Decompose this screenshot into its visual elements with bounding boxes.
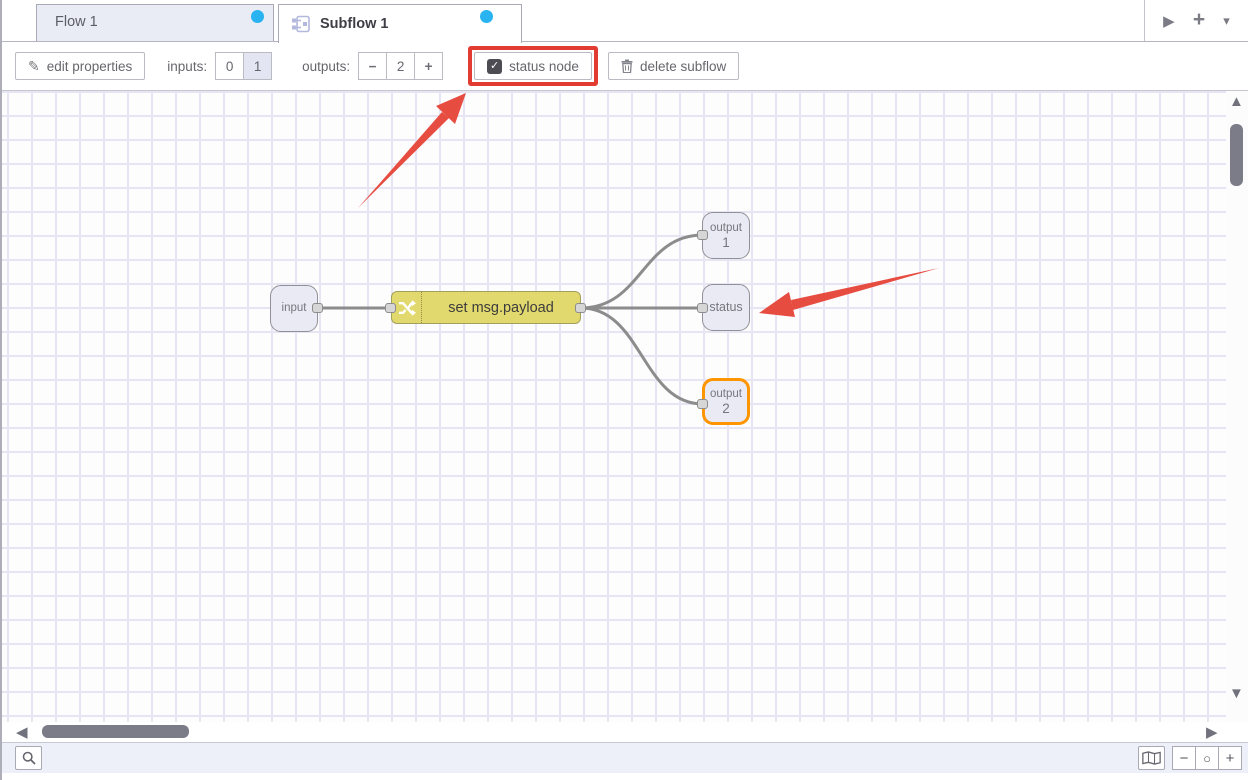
port-change-out[interactable] (575, 303, 586, 313)
wire-change-to-output1 (581, 235, 703, 308)
zoom-controls: − ○ + (1172, 746, 1242, 770)
change-node-label: set msg.payload (422, 300, 580, 316)
subflow-toolbar: ✎ edit properties inputs: 0 1 outputs: −… (2, 42, 1248, 90)
delete-subflow-button[interactable]: delete subflow (608, 52, 739, 80)
unsaved-changes-dot (480, 10, 493, 23)
horizontal-scrollbar[interactable]: ◀ ▶ (2, 722, 1248, 742)
scroll-tabs-icon[interactable]: ▶ (1163, 12, 1175, 30)
zoom-in-button[interactable]: + (1218, 746, 1242, 770)
annotation-arrow-to-status-checkbox (358, 93, 466, 208)
node-set-msg-payload[interactable]: set msg.payload (391, 291, 581, 324)
add-flow-icon[interactable]: + (1193, 8, 1205, 32)
tab-list-menu-icon[interactable]: ▾ (1223, 13, 1230, 29)
wires-layer (2, 91, 1248, 722)
flow-tab-bar: Flow 1 Subflow 1 ▶ + ▾ (2, 0, 1248, 42)
outputs-increment-button[interactable]: + (414, 52, 443, 80)
port-output1-in[interactable] (697, 230, 708, 240)
port-output2-in[interactable] (697, 399, 708, 409)
outputs-label: outputs: (302, 59, 350, 74)
outputs-value: 2 (386, 52, 415, 80)
zoom-reset-button[interactable]: ○ (1195, 746, 1219, 770)
subflow-icon (291, 14, 311, 34)
edit-properties-button[interactable]: ✎ edit properties (15, 52, 145, 80)
workspace-footer: − ○ + (2, 742, 1248, 773)
tab-flow-1[interactable]: Flow 1 (36, 4, 274, 41)
node-red-subflow-editor: Flow 1 Subflow 1 ▶ + ▾ (0, 0, 1248, 780)
search-icon (22, 751, 36, 765)
minimap-button[interactable] (1138, 746, 1165, 770)
node-output-2[interactable]: output 2 (702, 378, 750, 425)
horizontal-scrollbar-thumb[interactable] (42, 725, 189, 738)
shuffle-icon (398, 300, 416, 316)
tab-label: Flow 1 (55, 14, 98, 30)
inputs-option-1[interactable]: 1 (243, 52, 272, 80)
port-status-in[interactable] (697, 303, 708, 313)
tab-subflow-1[interactable]: Subflow 1 (278, 4, 522, 43)
node-status[interactable]: status (702, 284, 750, 331)
annotation-box-status-node: ✓ status node (468, 46, 598, 86)
search-button[interactable] (15, 746, 42, 770)
node-output-1[interactable]: output 1 (702, 212, 750, 259)
inputs-toggle: 0 1 (215, 52, 272, 80)
outputs-stepper: − 2 + (358, 52, 443, 80)
zoom-out-button[interactable]: − (1172, 746, 1196, 770)
tab-label: Subflow 1 (320, 16, 388, 32)
node-input[interactable]: input (270, 285, 318, 332)
change-node-icon-area (392, 292, 422, 323)
unsaved-changes-dot (251, 10, 264, 23)
outputs-decrement-button[interactable]: − (358, 52, 387, 80)
bottom-strip (2, 773, 1248, 780)
wire-change-to-output2 (581, 308, 703, 404)
pencil-icon: ✎ (28, 58, 40, 75)
port-change-in[interactable] (385, 303, 396, 313)
map-icon (1142, 751, 1161, 765)
scroll-right-icon[interactable]: ▶ (1206, 723, 1218, 741)
scroll-left-icon[interactable]: ◀ (16, 723, 28, 741)
vertical-scrollbar-thumb[interactable] (1230, 124, 1243, 186)
annotation-arrow-to-status-node (759, 268, 939, 317)
trash-icon (621, 59, 633, 73)
vertical-scrollbar[interactable]: ▲ ▼ (1226, 91, 1248, 722)
scroll-up-icon[interactable]: ▲ (1229, 93, 1244, 110)
flow-canvas[interactable]: input set msg.payload output 1 status (2, 90, 1248, 722)
status-node-toggle-button[interactable]: ✓ status node (474, 52, 592, 80)
inputs-option-0[interactable]: 0 (215, 52, 244, 80)
checkbox-checked-icon[interactable]: ✓ (487, 59, 502, 74)
scroll-down-icon[interactable]: ▼ (1229, 685, 1244, 702)
tab-bar-actions: ▶ + ▾ (1144, 0, 1248, 41)
port-input-out[interactable] (312, 303, 323, 313)
annotation-arrows-layer (2, 91, 1248, 722)
inputs-label: inputs: (167, 59, 207, 74)
